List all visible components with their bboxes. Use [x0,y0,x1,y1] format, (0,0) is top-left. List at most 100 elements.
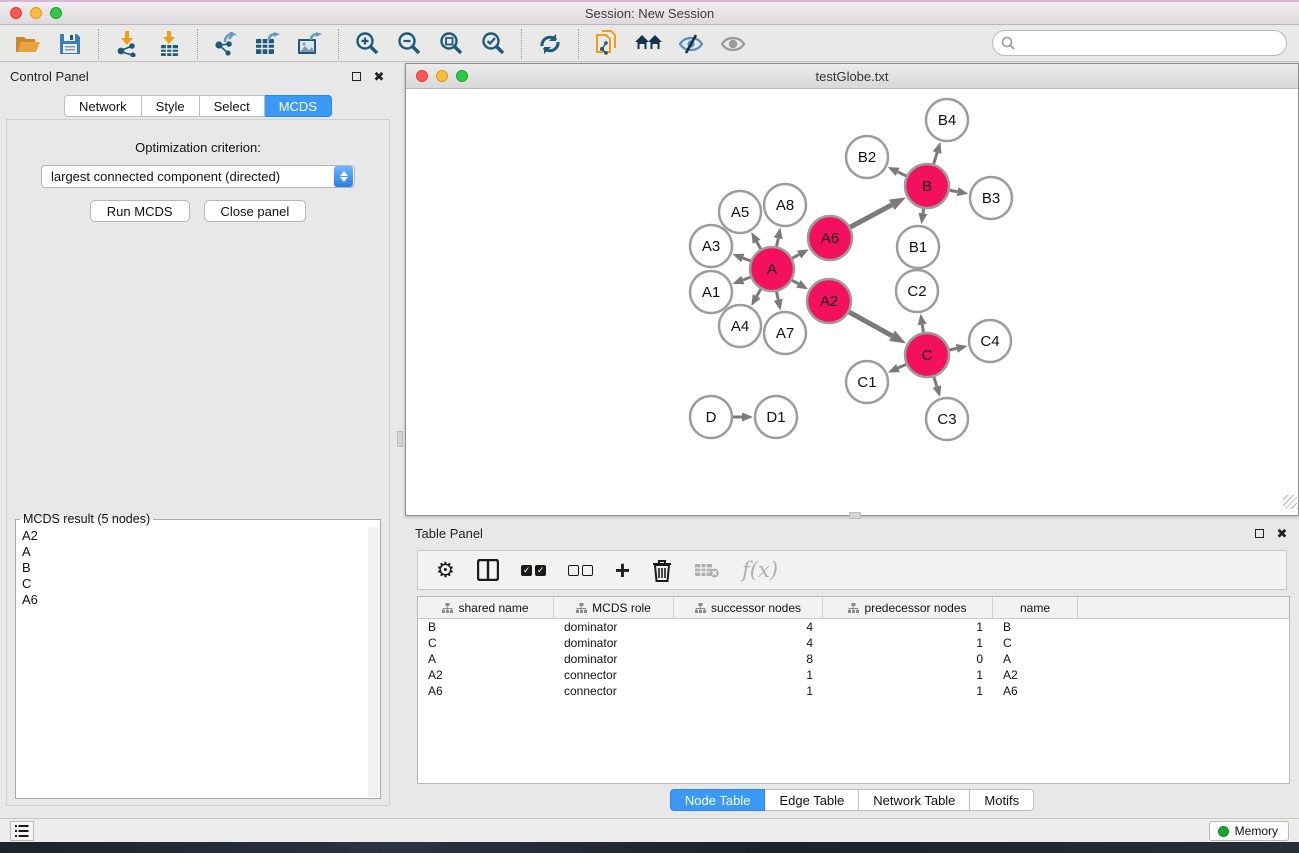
table-cell[interactable]: B [993,620,1078,634]
table-cell[interactable]: dominator [554,620,674,634]
tab-style[interactable]: Style [142,95,200,117]
graph-node-A8[interactable]: A8 [764,184,806,226]
window-resize-grip[interactable] [1283,495,1297,509]
column-header-MCDS-role[interactable]: MCDS role [554,597,674,618]
zoom-out-icon[interactable] [395,30,423,58]
graph-node-D[interactable]: D [690,396,732,438]
table-cell[interactable]: A2 [993,668,1078,682]
mcds-result-item[interactable]: C [22,576,380,592]
close-table-panel-icon[interactable]: ✖ [1275,526,1289,540]
table-row[interactable]: A6connector11A6 [418,683,1289,699]
table-row[interactable]: Adominator80A [418,651,1289,667]
zoom-selected-icon[interactable] [479,30,507,58]
table-cell[interactable]: 4 [674,620,823,634]
table-cell[interactable]: 1 [674,684,823,698]
edge-A-A6[interactable] [792,254,799,258]
zoom-in-icon[interactable] [353,30,381,58]
table-cell[interactable]: A [418,652,554,666]
graph-node-A3[interactable]: A3 [690,225,732,267]
table-cell[interactable]: A2 [418,668,554,682]
network-canvas[interactable]: B4B2BB3A5A8A6A3AB1A1A2C2A4A7C4C1CC3DD1 [406,89,1298,510]
table-row[interactable]: Bdominator41B [418,619,1289,635]
mcds-result-item[interactable]: A6 [22,592,380,608]
table-cell[interactable]: A6 [993,684,1078,698]
export-network-icon[interactable] [212,30,240,58]
column-header-shared-name[interactable]: shared name [418,597,554,618]
graph-node-B1[interactable]: B1 [897,226,939,268]
edge-C-C4[interactable] [949,348,956,350]
edge-B-B4[interactable] [934,153,937,164]
table-row[interactable]: Cdominator41C [418,635,1289,651]
table-cell[interactable]: connector [554,684,674,698]
edge-A2-C[interactable] [849,312,892,336]
edge-B-B3[interactable] [950,190,958,191]
export-table-icon[interactable] [254,30,282,58]
column-header-predecessor-nodes[interactable]: predecessor nodes [823,597,993,618]
graph-node-A1[interactable]: A1 [690,271,732,313]
zoom-fit-icon[interactable] [437,30,465,58]
graph-node-A5[interactable]: A5 [719,191,761,233]
edge-A-A3[interactable] [743,258,751,261]
table-cell[interactable]: 8 [674,652,823,666]
run-mcds-button[interactable]: Run MCDS [90,200,190,222]
table-cell[interactable]: A6 [418,684,554,698]
edge-C-C2[interactable] [922,325,923,333]
search-field[interactable] [992,30,1287,56]
column-header-successor-nodes[interactable]: successor nodes [674,597,823,618]
table-cell[interactable]: C [418,636,554,650]
table-cell[interactable]: B [418,620,554,634]
close-panel-button[interactable]: Close panel [204,200,307,222]
deselect-all-icon[interactable] [568,565,593,576]
graph-node-B3[interactable]: B3 [970,177,1012,219]
mcds-result-item[interactable]: A2 [22,528,380,544]
search-input[interactable] [1020,36,1286,51]
edge-B-B1[interactable] [923,209,924,214]
optimization-criterion-dropdown[interactable]: largest connected component (directed) [41,165,355,188]
horizontal-splitter-grip[interactable] [849,512,861,519]
edge-B-B2[interactable] [898,172,907,176]
task-history-button[interactable] [10,821,34,841]
table-cell[interactable]: A [993,652,1078,666]
select-all-icon[interactable] [521,565,546,576]
apply-layout-icon[interactable] [536,30,564,58]
table-cell[interactable]: 1 [823,684,993,698]
graph-node-A[interactable]: A [750,247,794,291]
table-cell[interactable]: dominator [554,636,674,650]
column-header-name[interactable]: name [993,597,1078,618]
float-table-panel-icon[interactable] [1252,526,1266,540]
graph-node-C3[interactable]: C3 [926,398,968,440]
tab-mcds[interactable]: MCDS [265,95,332,117]
table-tab-node-table[interactable]: Node Table [670,789,766,811]
clone-network-icon[interactable] [593,30,621,58]
save-session-icon[interactable] [56,30,84,58]
import-network-icon[interactable] [113,30,141,58]
graph-node-A4[interactable]: A4 [719,305,761,347]
fit-columns-icon[interactable] [477,559,499,581]
table-cell[interactable]: connector [554,668,674,682]
edge-A-A8[interactable] [777,238,779,246]
graph-node-A6[interactable]: A6 [808,216,852,260]
graph-node-B2[interactable]: B2 [846,136,888,178]
show-graphics-details-icon[interactable] [719,30,747,58]
table-tab-motifs[interactable]: Motifs [970,789,1034,811]
edge-A-A4[interactable] [757,289,761,296]
table-row[interactable]: A2connector11A2 [418,667,1289,683]
table-cell[interactable]: dominator [554,652,674,666]
graph-node-A7[interactable]: A7 [764,312,806,354]
table-cell[interactable]: 0 [823,652,993,666]
graph-node-D1[interactable]: D1 [755,396,797,438]
edge-A-A2[interactable] [792,280,798,284]
table-tab-network-table[interactable]: Network Table [859,789,970,811]
splitter-grip[interactable] [397,431,403,447]
edge-C-C1[interactable] [898,364,906,368]
graph-node-B[interactable]: B [905,164,949,208]
float-panel-icon[interactable] [349,69,363,83]
graph-node-C2[interactable]: C2 [896,270,938,312]
tab-network[interactable]: Network [64,95,142,117]
close-panel-icon[interactable]: ✖ [372,69,386,83]
mcds-result-item[interactable]: B [22,560,380,576]
graph-node-B4[interactable]: B4 [926,99,968,141]
add-column-icon[interactable]: + [615,557,630,583]
table-tab-edge-table[interactable]: Edge Table [765,789,859,811]
vertical-splitter[interactable] [396,63,405,818]
